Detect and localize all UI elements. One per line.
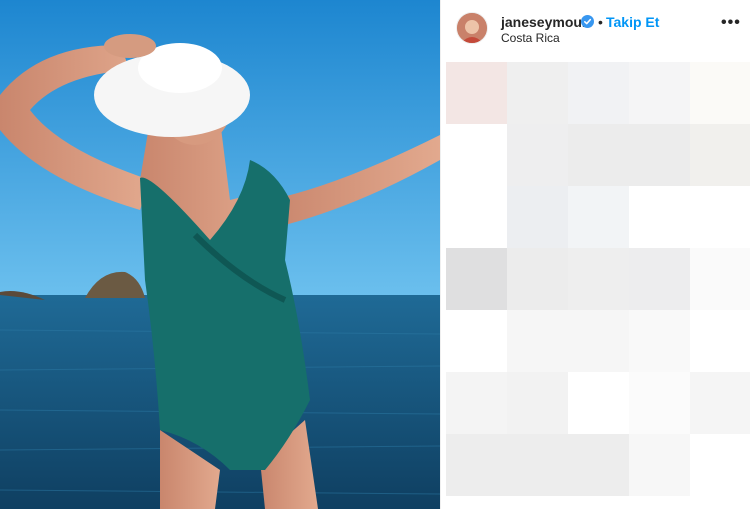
blurred-cell — [690, 248, 750, 310]
blurred-cell — [507, 372, 569, 434]
blurred-cell — [507, 124, 569, 186]
blurred-cell — [568, 124, 630, 186]
avatar[interactable] — [456, 12, 488, 44]
blurred-cell — [629, 434, 691, 496]
post-photo[interactable] — [0, 0, 440, 509]
blurred-cell — [568, 248, 630, 310]
blurred-cell — [568, 372, 630, 434]
blurred-cell — [507, 248, 569, 310]
blurred-cell — [629, 248, 691, 310]
blurred-cell — [507, 310, 569, 372]
instagram-post: janeseymour • Takip Et Costa Rica ••• — [0, 0, 750, 509]
blurred-comments-area — [446, 62, 750, 502]
blurred-cell — [446, 434, 508, 496]
blurred-cell — [446, 186, 508, 248]
blurred-cell — [629, 372, 691, 434]
blurred-cell — [690, 62, 750, 124]
verified-badge-icon — [581, 15, 594, 28]
location-link[interactable]: Costa Rica — [501, 31, 560, 45]
blurred-cell — [507, 434, 569, 496]
more-options-icon[interactable]: ••• — [721, 14, 741, 32]
post-header: janeseymour • Takip Et Costa Rica ••• — [441, 0, 750, 60]
follow-button[interactable]: Takip Et — [606, 14, 659, 30]
blurred-cell — [568, 186, 630, 248]
blurred-cell — [446, 248, 508, 310]
username[interactable]: janeseymour — [501, 14, 587, 30]
blurred-cell — [568, 62, 630, 124]
blurred-cell — [690, 186, 750, 248]
blurred-cell — [446, 62, 508, 124]
separator-dot: • — [598, 14, 603, 30]
blurred-cell — [629, 62, 691, 124]
blurred-cell — [629, 124, 691, 186]
blurred-cell — [690, 310, 750, 372]
blurred-cell — [690, 372, 750, 434]
blurred-cell — [568, 434, 630, 496]
blurred-cell — [629, 310, 691, 372]
blurred-cell — [629, 186, 691, 248]
blurred-cell — [690, 434, 750, 496]
blurred-cell — [690, 124, 750, 186]
blurred-cell — [446, 124, 508, 186]
blurred-cell — [446, 372, 508, 434]
post-sidebar: janeseymour • Takip Et Costa Rica ••• — [440, 0, 750, 509]
blurred-cell — [507, 62, 569, 124]
blurred-cell — [446, 310, 508, 372]
blurred-cell — [568, 310, 630, 372]
blurred-cell — [507, 186, 569, 248]
